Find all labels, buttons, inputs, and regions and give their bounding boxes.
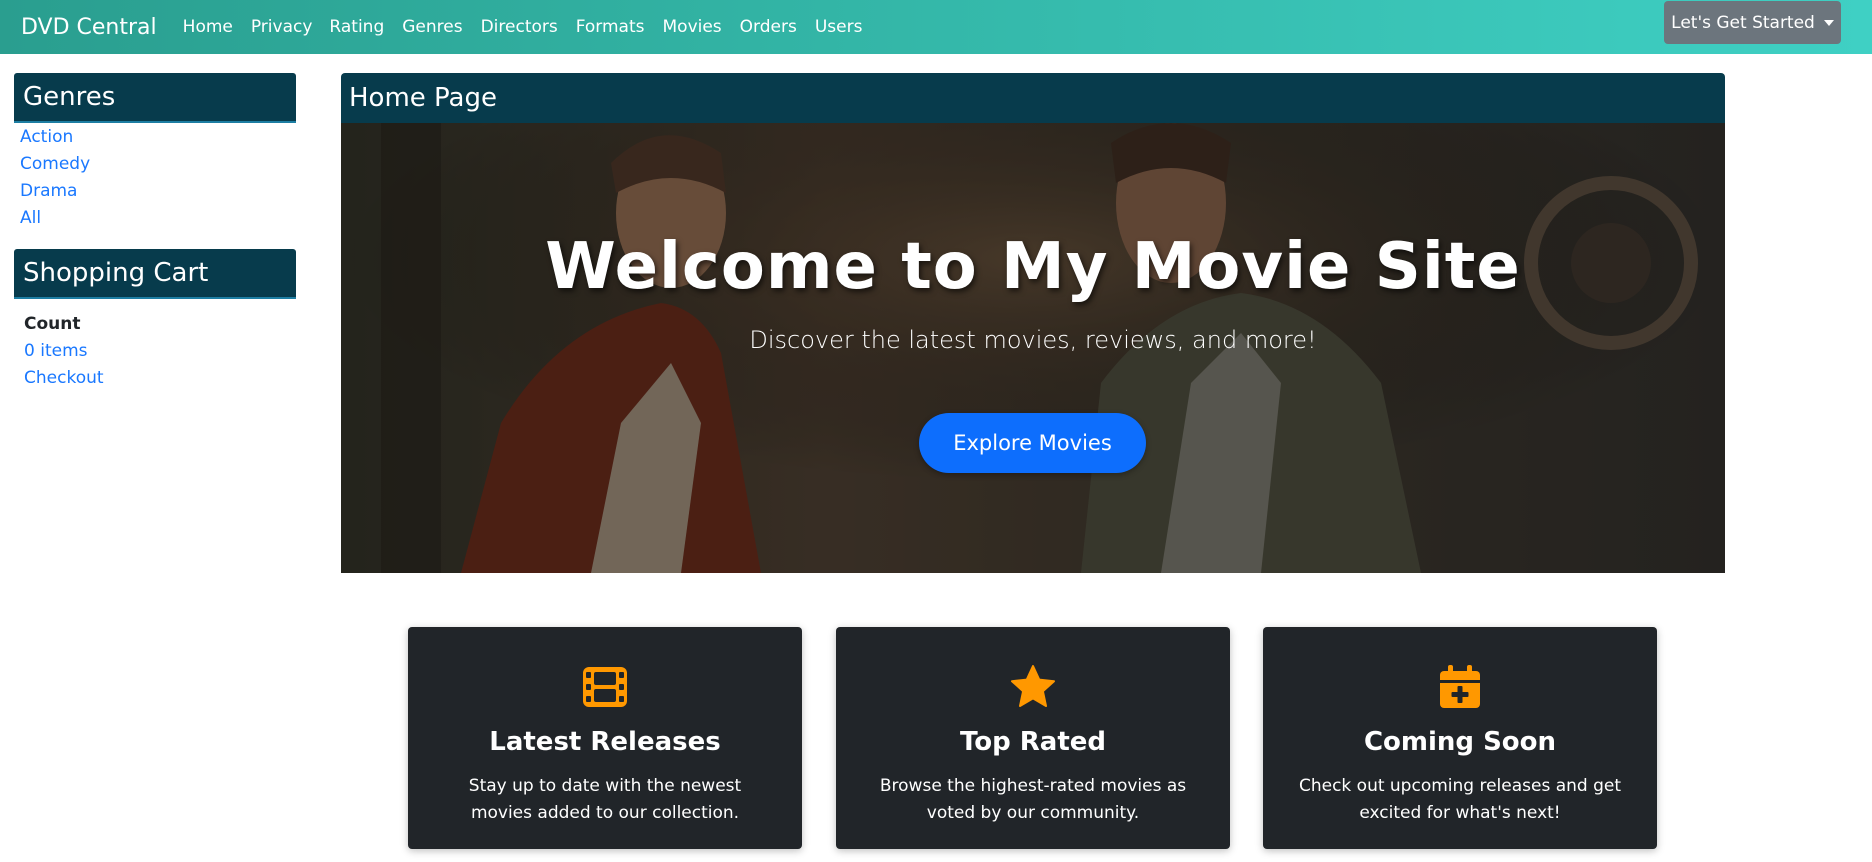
card-title: Top Rated [959, 727, 1107, 757]
card-text: Browse the highest-rated movies as voted… [879, 776, 1187, 823]
card-title: Coming Soon [1363, 727, 1557, 757]
nav-directors[interactable]: Directors [481, 17, 558, 37]
genres-list: Action Comedy Drama All [14, 123, 296, 232]
nav-home[interactable]: Home [183, 17, 233, 37]
genre-link-action[interactable]: Action [20, 124, 296, 151]
cart-title: Shopping Cart [14, 249, 296, 299]
top-navbar: DVD Central Home Privacy Rating Genres D… [0, 0, 1872, 54]
brand-link[interactable]: DVD Central [21, 15, 157, 40]
nav-orders[interactable]: Orders [740, 17, 797, 37]
card-text: Check out upcoming releases and get exci… [1298, 776, 1622, 823]
checkout-link[interactable]: Checkout [24, 365, 296, 392]
get-started-dropdown[interactable]: Let's Get Started [1664, 1, 1841, 44]
star-icon [1011, 665, 1055, 707]
genre-link-comedy[interactable]: Comedy [20, 151, 296, 178]
nav-privacy[interactable]: Privacy [251, 17, 313, 37]
hero-banner: Welcome to My Movie Site Discover the la… [341, 123, 1725, 573]
cart-count-label: Count [24, 314, 81, 334]
feature-card-coming-soon[interactable]: Coming Soon Check out upcoming releases … [1263, 627, 1657, 849]
feature-card-top-rated[interactable]: Top Rated Browse the highest-rated movie… [836, 627, 1230, 849]
hero-subtitle: Discover the latest movies, reviews, and… [749, 326, 1317, 354]
nav-links: Home Privacy Rating Genres Directors For… [183, 17, 881, 37]
genre-link-drama[interactable]: Drama [20, 178, 296, 205]
page-title: Home Page [341, 73, 1725, 123]
card-text: Stay up to date with the newest movies a… [468, 776, 742, 823]
nav-users[interactable]: Users [815, 17, 863, 37]
shopping-cart-panel: Shopping Cart Count 0 items Checkout [14, 249, 296, 392]
genres-panel: Genres Action Comedy Drama All [14, 73, 296, 232]
film-icon [583, 667, 627, 707]
nav-movies[interactable]: Movies [663, 17, 722, 37]
calendar-plus-icon [1440, 665, 1480, 708]
cart-items-link[interactable]: 0 items [24, 338, 296, 365]
genre-link-all[interactable]: All [20, 205, 296, 232]
card-title: Latest Releases [489, 727, 721, 757]
feature-card-latest-releases[interactable]: Latest Releases Stay up to date with the… [408, 627, 802, 849]
genres-title: Genres [14, 73, 296, 123]
nav-genres[interactable]: Genres [402, 17, 462, 37]
explore-movies-button[interactable]: Explore Movies [919, 413, 1146, 473]
hero-title: Welcome to My Movie Site [545, 230, 1521, 304]
cart-list: Count 0 items Checkout [14, 299, 296, 392]
caret-down-icon [1823, 19, 1834, 26]
nav-formats[interactable]: Formats [576, 17, 645, 37]
nav-rating[interactable]: Rating [329, 17, 384, 37]
get-started-label: Let's Get Started [1671, 12, 1815, 33]
